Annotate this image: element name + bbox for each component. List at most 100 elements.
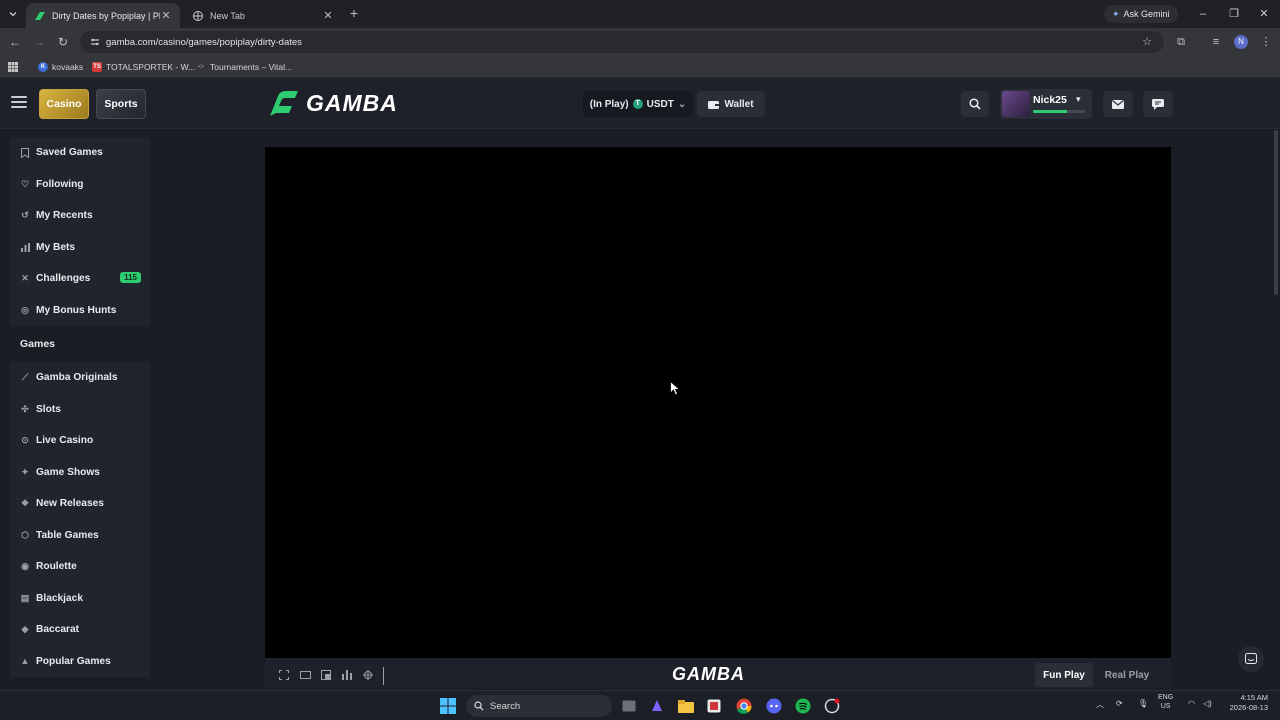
wallet-button[interactable]: Wallet [697, 91, 765, 117]
media-control-icon[interactable]: ≡ [1208, 34, 1224, 50]
taskbar-search[interactable]: Search [466, 695, 612, 717]
sidebar-item-label: My Recents [36, 210, 93, 222]
copilot-icon[interactable] [647, 696, 667, 716]
bookmark-icon [20, 147, 30, 158]
volume-icon[interactable]: ◁) [1203, 699, 1212, 708]
tab-close-icon[interactable]: ✕ [160, 9, 172, 22]
bookmark-totalsportek[interactable]: TS TOTALSPORTEK - W... [92, 60, 195, 74]
sidebar-item-new-releases[interactable]: ❖ New Releases [10, 488, 150, 520]
back-arrow-icon[interactable]: ← [7, 34, 23, 50]
ask-gemini-button[interactable]: ✦ Ask Gemini [1104, 5, 1178, 23]
ask-gemini-label: Ask Gemini [1123, 9, 1170, 19]
bookmark-tournaments[interactable]: -:- Tournaments – Vital... [196, 60, 292, 74]
sidebar-item-gamba-originals[interactable]: ⟋ Gamba Originals [10, 362, 150, 394]
fullscreen-icon[interactable] [279, 670, 289, 680]
tab-search-chevron-icon[interactable] [4, 5, 22, 23]
tray-sync-icon[interactable]: ⟳ [1116, 699, 1123, 708]
taskbar-clock[interactable]: 4:15 AM 2026-08-13 [1222, 693, 1268, 713]
chrome-taskbar-icon[interactable] [734, 696, 754, 716]
tab-title: Dirty Dates by Popiplay | Play O [52, 10, 160, 21]
tray-overflow-chevron-icon[interactable]: ︿ [1096, 699, 1104, 710]
game-iframe[interactable] [265, 147, 1171, 658]
sidebar-item-label: Blackjack [36, 592, 84, 604]
ts-icon: TS [92, 62, 102, 72]
sidebar-item-baccarat[interactable]: ◆ Baccarat [10, 614, 150, 646]
gamba-logo[interactable]: GAMBA [266, 86, 398, 120]
sidebar-item-label: New Releases [36, 498, 104, 510]
hamburger-menu-icon[interactable] [11, 96, 27, 110]
theater-mode-icon[interactable] [300, 670, 311, 680]
restore-icon[interactable]: ❐ [1226, 6, 1242, 22]
reload-icon[interactable]: ↻ [55, 34, 71, 50]
chevron-down-icon: ▾ [1076, 94, 1081, 104]
close-window-icon[interactable]: ✕ [1256, 6, 1272, 22]
microphone-icon[interactable]: 🎙 [1138, 699, 1148, 708]
minimize-icon[interactable]: – [1195, 6, 1211, 22]
profile-avatar[interactable]: N [1234, 35, 1248, 49]
popout-icon[interactable] [321, 670, 331, 680]
casino-tab-button[interactable]: Casino [39, 89, 89, 119]
forward-arrow-icon[interactable]: → [31, 34, 47, 50]
tab-new-tab[interactable]: New Tab ✕ [184, 3, 342, 28]
snipping-tool-icon[interactable] [704, 696, 724, 716]
chat-button[interactable] [1143, 91, 1173, 117]
wifi-icon[interactable]: ◠ [1188, 699, 1195, 708]
sidebar-item-my-bets[interactable]: My Bets [10, 232, 150, 264]
sidebar-item-popular-games[interactable]: ▲ Popular Games [10, 646, 150, 678]
recording-app-icon[interactable] [822, 696, 842, 716]
currency-label: USDT [646, 98, 674, 110]
sidebar-item-challenges[interactable]: ✕ Challenges 115 [10, 263, 150, 295]
live-icon: ⊙ [21, 435, 29, 446]
bookmark-star-icon[interactable]: ☆ [1139, 34, 1155, 50]
settings-crosshair-icon[interactable] [363, 670, 373, 680]
sidebar-item-label: Table Games [36, 529, 99, 541]
bookmark-label: kovaaks [52, 62, 84, 72]
new-icon: ❖ [20, 498, 30, 509]
sidebar-item-roulette[interactable]: ◉ Roulette [10, 551, 150, 583]
sidebar-item-live-casino[interactable]: ⊙ Live Casino [10, 425, 150, 457]
search-icon [474, 701, 484, 711]
balance-selector[interactable]: (In Play) T USDT ⌄ [583, 91, 693, 117]
sidebar-item-label: Following [36, 178, 84, 190]
sidebar-item-label: My Bets [36, 241, 76, 253]
sidebar-item-table-games[interactable]: ⬡ Table Games [10, 520, 150, 552]
sidebar-item-following[interactable]: ♡ Following [10, 169, 150, 201]
mail-button[interactable] [1103, 91, 1133, 117]
vital-icon: -:- [198, 64, 204, 70]
spotify-icon[interactable] [793, 696, 813, 716]
sidebar-item-blackjack[interactable]: ▤ Blackjack [10, 583, 150, 615]
sidebar-item-slots[interactable]: ✣ Slots [10, 394, 150, 426]
support-chat-button[interactable] [1238, 646, 1264, 672]
sidebar-item-label: Challenges [36, 273, 91, 285]
table-icon: ⬡ [21, 529, 29, 540]
extensions-icon[interactable]: ⧉ [1173, 34, 1189, 50]
taskbar-search-label: Search [490, 700, 521, 712]
address-bar[interactable]: gamba.com/casino/games/popiplay/dirty-da… [80, 31, 1164, 53]
page-scrollbar[interactable] [1274, 130, 1278, 295]
file-explorer-icon[interactable] [676, 696, 696, 716]
challenges-count-badge: 115 [120, 272, 141, 283]
search-button[interactable] [961, 91, 989, 117]
apps-grid-icon[interactable] [8, 60, 18, 74]
real-play-button[interactable]: Real Play [1098, 663, 1156, 687]
stats-icon[interactable] [342, 670, 352, 680]
crossed-swords-icon: ✕ [21, 273, 29, 284]
site-info-icon[interactable] [90, 37, 100, 47]
discord-icon[interactable] [764, 696, 784, 716]
tab-dirty-dates[interactable]: Dirty Dates by Popiplay | Play O ✕ [26, 3, 180, 28]
chrome-menu-icon[interactable]: ⋮ [1258, 34, 1274, 50]
sports-tab-button[interactable]: Sports [96, 89, 146, 119]
windows-start-icon[interactable] [438, 696, 458, 716]
sidebar-item-saved-games[interactable]: Saved Games [10, 137, 150, 169]
sidebar-games-heading[interactable]: Games [10, 326, 150, 362]
task-view-icon[interactable] [619, 696, 639, 716]
tab-close-icon[interactable]: ✕ [322, 9, 334, 22]
bookmark-kovaaks[interactable]: K kovaaks [38, 60, 83, 74]
user-menu[interactable]: Nick25 ▾ [1000, 89, 1092, 119]
new-tab-plus-icon[interactable]: + [346, 5, 362, 21]
sidebar-item-game-shows[interactable]: ✦ Game Shows [10, 457, 150, 489]
sidebar-item-my-bonus-hunts[interactable]: ◎ My Bonus Hunts [10, 295, 150, 327]
sidebar-item-my-recents[interactable]: ↺ My Recents [10, 200, 150, 232]
language-indicator[interactable]: ENG US [1158, 693, 1173, 711]
fun-play-button[interactable]: Fun Play [1035, 663, 1093, 687]
